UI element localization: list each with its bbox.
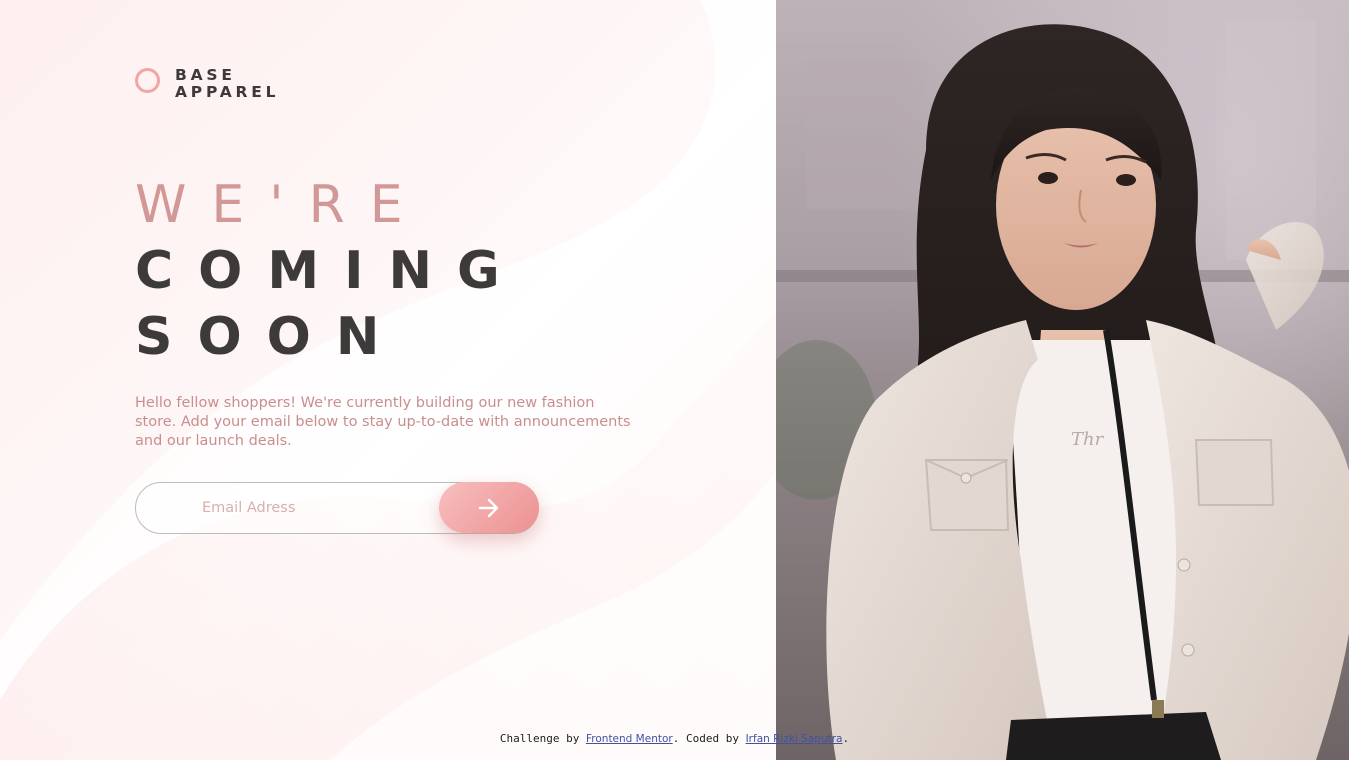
email-input[interactable] <box>166 483 426 532</box>
headline-line3: SOON <box>135 307 405 367</box>
hero-photo: Thr <box>776 0 1349 760</box>
author-link[interactable]: Irfan Rizki Saputra <box>746 733 843 745</box>
svg-text:Thr: Thr <box>1071 429 1105 450</box>
page-headline: WE'RE COMING SOON <box>135 172 735 370</box>
brand-name-line1: BASE <box>175 66 236 84</box>
attribution-prefix: Challenge by <box>499 732 586 745</box>
headline-line1: WE'RE <box>135 175 428 235</box>
brand-logo[interactable]: BASE APPAREL <box>135 67 295 101</box>
background-wave-pattern <box>0 0 776 760</box>
email-signup-form <box>135 482 539 534</box>
left-panel: BASE APPAREL WE'RE COMING SOON Hello fel… <box>0 0 776 760</box>
headline-line2: COMING <box>135 241 525 301</box>
arrow-right-icon <box>478 498 499 517</box>
attribution-suffix: . <box>842 732 850 745</box>
hero-woman-illustration: Thr <box>776 0 1349 760</box>
frontend-mentor-link[interactable]: Frontend Mentor <box>586 733 673 745</box>
attribution-middle: . Coded by <box>672 732 746 745</box>
brand-name-line2: APPAREL <box>175 83 280 101</box>
attribution-footer: Challenge by Frontend Mentor. Coded by I… <box>0 732 1349 745</box>
logo-ring-icon <box>135 68 160 93</box>
brand-name: BASE APPAREL <box>175 67 279 101</box>
intro-description: Hello fellow shoppers! We're currently b… <box>135 395 631 449</box>
submit-button[interactable] <box>439 482 539 533</box>
